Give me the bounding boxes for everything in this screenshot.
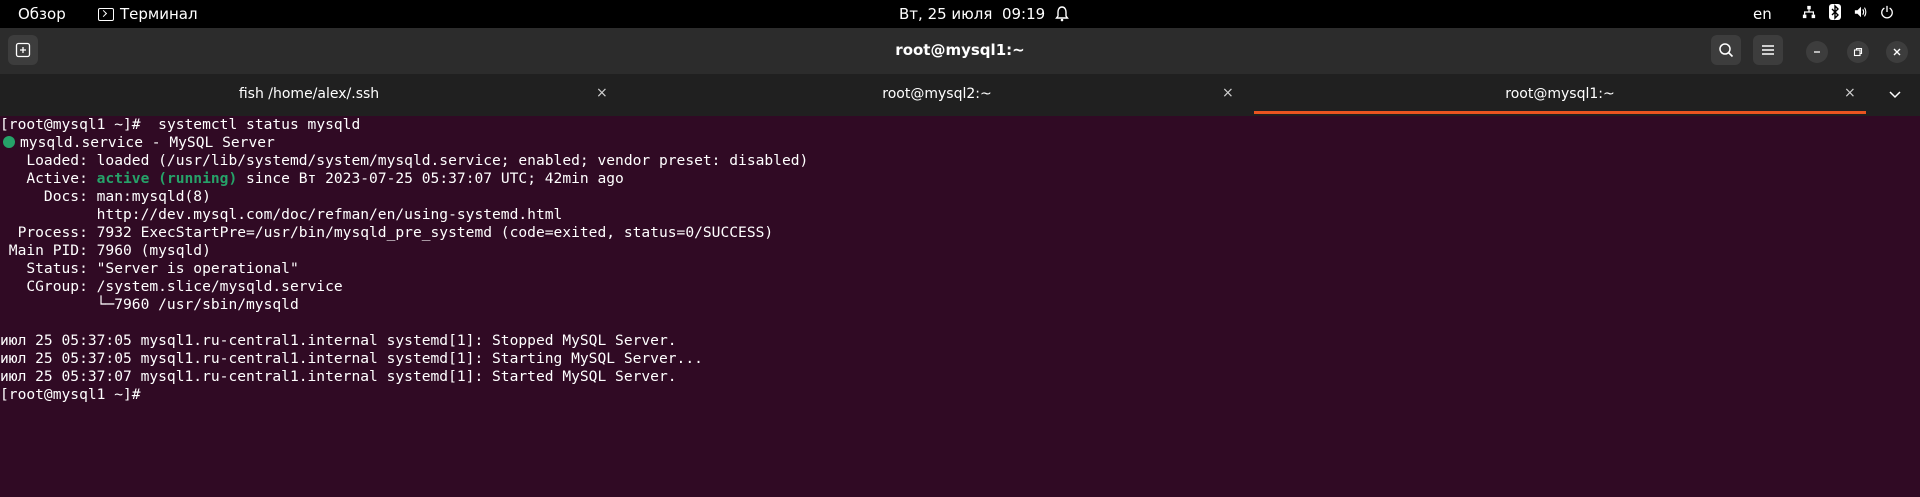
status-dot-icon [3, 136, 15, 148]
terminal-line: CGroup: /system.slice/mysqld.service [0, 278, 343, 295]
datetime-label: Вт, 25 июля 09:19 [899, 5, 1046, 23]
shell-prompt: [root@mysql1 ~]# [0, 116, 141, 133]
active-label: Active: [0, 170, 97, 187]
tab-close-icon[interactable]: × [1222, 85, 1234, 101]
tab-close-icon[interactable]: × [1844, 85, 1856, 101]
power-icon[interactable] [1880, 4, 1894, 20]
bluetooth-icon[interactable] [1828, 4, 1842, 20]
minimize-icon [1814, 51, 1820, 53]
terminal-output[interactable]: [root@mysql1 ~]# systemctl status mysqld… [0, 116, 1920, 497]
tab-fish-ssh[interactable]: fish /home/alex/.ssh × [0, 74, 618, 116]
terminal-line: └─7960 /usr/sbin/mysqld [0, 296, 299, 313]
minimize-button[interactable] [1806, 41, 1828, 63]
volume-icon[interactable] [1854, 4, 1868, 20]
tab-label: root@mysql2:~ [882, 86, 992, 102]
terminal-line: Status: "Server is operational" [0, 260, 299, 277]
terminal-line: июл 25 05:37:07 mysql1.ru-central1.inter… [0, 368, 677, 385]
window-title: root@mysql1:~ [895, 41, 1025, 59]
hamburger-menu-icon [1762, 45, 1774, 55]
terminal-line: Docs: man:mysqld(8) [0, 188, 211, 205]
app-menu-button[interactable]: Терминал [98, 5, 198, 23]
active-status: active (running) [96, 170, 238, 187]
terminal-line: Loaded: loaded (/usr/lib/systemd/system/… [0, 152, 809, 169]
close-icon [1893, 48, 1901, 56]
terminal-line: июл 25 05:37:05 mysql1.ru-central1.inter… [0, 350, 703, 367]
terminal-header-bar: root@mysql1:~ [0, 28, 1920, 74]
restore-icon [1853, 47, 1863, 57]
language-indicator[interactable]: en [1753, 5, 1772, 23]
terminal-line: [root@mysql1 ~]# systemctl status mysqld [0, 116, 360, 134]
tab-bar: fish /home/alex/.ssh × root@mysql2:~ × r… [0, 74, 1920, 116]
maximize-button[interactable] [1847, 41, 1869, 63]
tab-label: root@mysql1:~ [1505, 86, 1615, 102]
terminal-line: Active: active (running) since Вт 2023-0… [0, 170, 624, 188]
service-name: mysqld.service - MySQL Server [20, 134, 275, 151]
terminal-line: http://dev.mysql.com/doc/refman/en/using… [0, 206, 563, 223]
search-icon [1719, 43, 1734, 58]
chevron-down-icon[interactable] [1888, 87, 1902, 101]
system-top-bar: Обзор Терминал Вт, 25 июля 09:19 en [0, 0, 1920, 28]
terminal-line: mysqld.service - MySQL Server [0, 134, 275, 152]
close-window-button[interactable] [1886, 41, 1908, 63]
system-tray[interactable] [1802, 4, 1894, 20]
terminal-line: [root@mysql1 ~]# [0, 386, 141, 403]
active-tab-indicator [1254, 111, 1866, 114]
terminal-line: Main PID: 7960 (mysqld) [0, 242, 211, 259]
main-menu-button[interactable] [1753, 35, 1783, 65]
tab-mysql1[interactable]: root@mysql1:~ × [1254, 74, 1866, 116]
overview-button[interactable]: Обзор [18, 5, 66, 23]
command-text: systemctl status mysqld [140, 116, 361, 133]
tab-close-icon[interactable]: × [596, 85, 608, 101]
clock-button[interactable]: Вт, 25 июля 09:19 [899, 5, 1070, 23]
terminal-icon [98, 7, 114, 21]
bell-icon [1055, 6, 1070, 22]
app-name-label: Терминал [120, 5, 198, 23]
terminal-line: Process: 7932 ExecStartPre=/usr/bin/mysq… [0, 224, 774, 241]
search-button[interactable] [1711, 35, 1741, 65]
terminal-line: июл 25 05:37:05 mysql1.ru-central1.inter… [0, 332, 677, 349]
network-icon[interactable] [1802, 4, 1816, 20]
tab-mysql2[interactable]: root@mysql2:~ × [628, 74, 1246, 116]
active-since: since Вт 2023-07-25 05:37:07 UTC; 42min … [237, 170, 624, 187]
tab-label: fish /home/alex/.ssh [238, 86, 380, 102]
